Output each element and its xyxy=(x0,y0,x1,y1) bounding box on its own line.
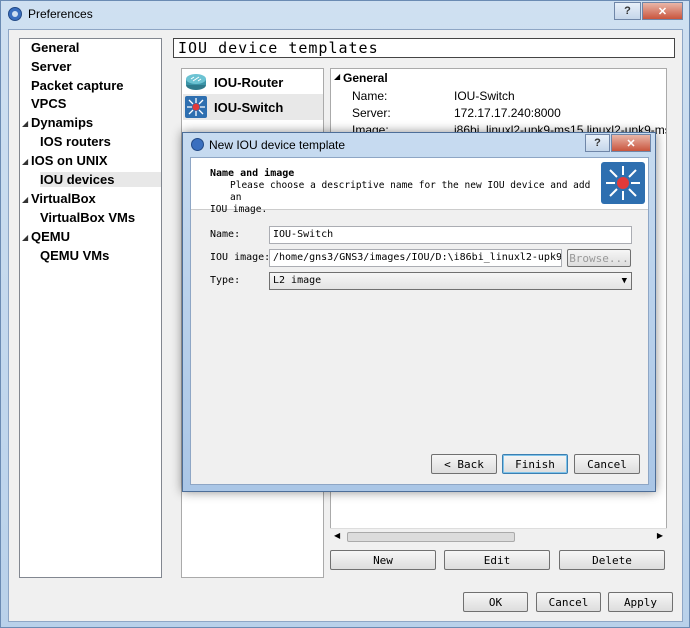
property-value: IOU-Switch xyxy=(454,89,515,103)
window-title: Preferences xyxy=(28,7,93,21)
collapse-arrow-icon[interactable]: ◢ xyxy=(334,72,340,81)
app-icon xyxy=(8,7,22,21)
nav-item-iou-devices[interactable]: IOU devices xyxy=(40,172,161,187)
page-title: IOU device templates xyxy=(173,38,675,58)
nav-item-server[interactable]: Server xyxy=(31,59,71,74)
browse-button[interactable]: Browse... xyxy=(567,249,631,267)
expand-arrow-icon[interactable]: ◢ xyxy=(22,119,28,128)
router-icon xyxy=(186,74,206,90)
dialog-title: New IOU device template xyxy=(209,138,346,152)
nav-item-qemu-vms[interactable]: QEMU VMs xyxy=(40,248,109,263)
property-value: 172.17.17.240:8000 xyxy=(454,106,561,120)
nav-item-packet-capture[interactable]: Packet capture xyxy=(31,78,124,93)
iou-image-input[interactable]: /home/gns3/GNS3/images/IOU/D:\i86bi_linu… xyxy=(269,249,562,267)
cancel-button[interactable]: Cancel xyxy=(536,592,601,612)
wizard-page: Name and image Please choose a descripti… xyxy=(190,157,649,485)
expand-arrow-icon[interactable]: ◢ xyxy=(22,233,28,242)
close-icon: ✕ xyxy=(657,5,668,18)
expand-arrow-icon[interactable]: ◢ xyxy=(22,195,28,204)
properties-section-title: General xyxy=(343,71,388,85)
title-bar[interactable]: Preferences ? ✕ xyxy=(1,1,689,29)
iou-image-label: IOU image: xyxy=(210,252,271,263)
scroll-left-icon[interactable]: ◀ xyxy=(334,531,340,540)
template-item-label: IOU-Router xyxy=(214,74,284,90)
preferences-nav: General Server Packet capture VPCS ◢ Dyn… xyxy=(19,38,162,578)
wizard-cancel-button[interactable]: Cancel xyxy=(574,454,640,474)
ok-button[interactable]: OK xyxy=(463,592,528,612)
scroll-right-icon[interactable]: ▶ xyxy=(657,531,663,540)
delete-template-button[interactable]: Delete xyxy=(559,550,665,570)
expand-arrow-icon[interactable]: ◢ xyxy=(22,157,28,166)
nav-item-vpcs[interactable]: VPCS xyxy=(31,96,66,111)
back-button[interactable]: < Back xyxy=(431,454,497,474)
name-input[interactable]: IOU-Switch xyxy=(269,226,632,244)
wizard-header: Name and image Please choose a descripti… xyxy=(191,158,648,215)
properties-hscrollbar[interactable]: ◀ ▶ xyxy=(330,528,667,544)
template-item-iou-router[interactable]: IOU-Router xyxy=(183,69,323,95)
finish-button[interactable]: Finish xyxy=(502,454,568,474)
wizard-description-line: IOU image. xyxy=(210,204,268,215)
switch-icon xyxy=(185,96,207,118)
type-select-value: L2 image xyxy=(273,275,322,286)
help-icon: ? xyxy=(624,5,631,17)
help-icon: ? xyxy=(594,137,601,149)
type-select[interactable]: L2 image ▼ xyxy=(269,272,632,290)
name-label: Name: xyxy=(210,229,241,240)
close-button[interactable]: ✕ xyxy=(642,2,683,20)
edit-template-button[interactable]: Edit xyxy=(444,550,550,570)
property-key: Server: xyxy=(352,106,391,120)
nav-item-general[interactable]: General xyxy=(31,40,79,55)
nav-item-ios-on-unix[interactable]: IOS on UNIX xyxy=(31,153,108,168)
nav-item-ios-routers[interactable]: IOS routers xyxy=(40,134,111,149)
help-button[interactable]: ? xyxy=(614,2,641,20)
dialog-close-button[interactable]: ✕ xyxy=(611,134,651,152)
property-key: Name: xyxy=(352,89,388,103)
nav-item-dynamips[interactable]: Dynamips xyxy=(31,115,93,130)
dialog-help-button[interactable]: ? xyxy=(585,134,610,152)
nav-item-virtualbox[interactable]: VirtualBox xyxy=(31,191,96,206)
wizard-description: Please choose a descriptive name for the… xyxy=(210,180,600,216)
nav-item-virtualbox-vms[interactable]: VirtualBox VMs xyxy=(40,210,135,225)
nav-item-qemu[interactable]: QEMU xyxy=(31,229,70,244)
chevron-down-icon: ▼ xyxy=(621,276,627,286)
new-template-button[interactable]: New xyxy=(330,550,436,570)
apply-button[interactable]: Apply xyxy=(608,592,673,612)
template-item-label: IOU-Switch xyxy=(214,99,284,115)
type-label: Type: xyxy=(210,275,241,286)
wizard-heading: Name and image xyxy=(210,168,295,179)
wizard-description-line: Please choose a descriptive name for the… xyxy=(230,180,591,203)
close-icon: ✕ xyxy=(626,137,636,150)
scrollbar-thumb[interactable] xyxy=(347,532,515,542)
template-item-iou-switch[interactable]: IOU-Switch xyxy=(183,94,323,120)
new-iou-template-dialog: New IOU device template ? ✕ Name and ima… xyxy=(182,132,656,492)
app-icon xyxy=(191,138,204,151)
switch-icon xyxy=(601,162,645,204)
